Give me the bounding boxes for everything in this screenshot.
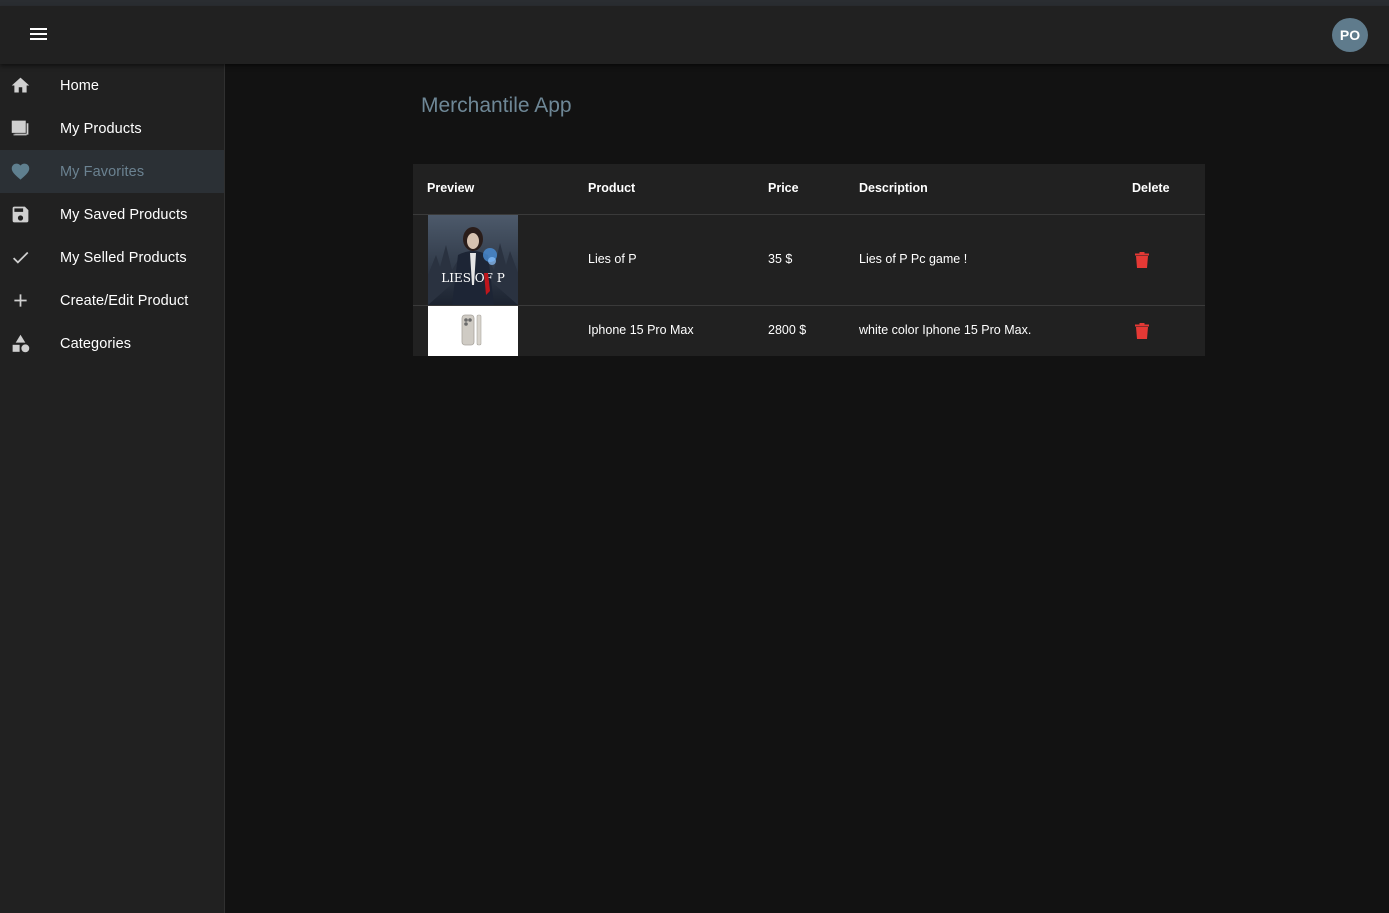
sidebar-item-label: Categories [60, 335, 132, 352]
game-title-text: LIES OF P [441, 271, 505, 285]
sidebar-item-create-edit-product[interactable]: Create/Edit Product [0, 279, 224, 322]
sidebar-item-my-saved-products[interactable]: My Saved Products [0, 193, 224, 236]
table-header: Preview Product Price Description Delete [413, 164, 1205, 215]
column-header-price: Price [768, 181, 799, 195]
sidebar-item-my-selled-products[interactable]: My Selled Products [0, 236, 224, 279]
table-row: LIES OF P Lies of P 35 $ Lies of P Pc ga… [413, 215, 1205, 306]
favorites-table: Preview Product Price Description Delete… [413, 164, 1205, 356]
column-header-description: Description [859, 181, 928, 195]
game-cover-image: LIES OF P [428, 215, 518, 305]
plus-icon [14, 294, 27, 307]
sidebar-item-my-products[interactable]: My Products [0, 107, 224, 150]
products-icon [11, 120, 29, 136]
product-description: Lies of P Pc game ! [859, 252, 968, 266]
categories-icon [12, 334, 30, 353]
table-row: Iphone 15 Pro Max 2800 $ white color Iph… [413, 306, 1205, 356]
page-title: Merchantile App [421, 94, 572, 117]
column-header-product: Product [588, 181, 636, 195]
sidebar-item-label: My Selled Products [60, 249, 187, 266]
sidebar-item-my-favorites[interactable]: My Favorites [0, 150, 224, 193]
sidebar-item-label: My Products [60, 120, 142, 137]
save-icon [12, 206, 29, 223]
home-icon [11, 77, 30, 93]
sidebar-item-label: Home [60, 77, 100, 94]
delete-icon[interactable] [1135, 252, 1149, 268]
check-icon [12, 251, 29, 264]
product-price: 2800 $ [768, 323, 807, 337]
menu-icon[interactable] [24, 20, 54, 50]
sidebar-item-categories[interactable]: Categories [0, 322, 224, 365]
column-header-delete: Delete [1132, 181, 1170, 195]
column-header-preview: Preview [427, 181, 475, 195]
heart-icon [11, 163, 30, 180]
app-bar: PO [0, 6, 1389, 64]
phone-image [428, 306, 518, 356]
avatar[interactable]: PO [1332, 18, 1368, 52]
sidebar-item-label: Create/Edit Product [60, 292, 189, 309]
product-name: Iphone 15 Pro Max [588, 323, 694, 337]
delete-icon[interactable] [1135, 323, 1149, 339]
sidebar: Home My Products My Favorites My Saved P… [0, 64, 225, 913]
sidebar-item-label: My Saved Products [60, 206, 188, 223]
product-price: 35 $ [768, 252, 793, 266]
product-name: Lies of P [588, 252, 637, 266]
product-description: white color Iphone 15 Pro Max. [859, 323, 1032, 337]
sidebar-item-home[interactable]: Home [0, 64, 224, 107]
sidebar-item-label: My Favorites [60, 163, 145, 180]
